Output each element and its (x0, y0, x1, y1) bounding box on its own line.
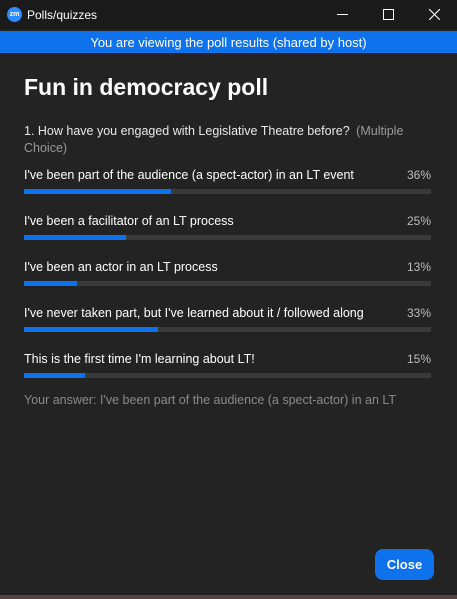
result-bar-track (24, 189, 431, 194)
shared-results-banner: You are viewing the poll results (shared… (0, 31, 457, 53)
result-bar-track (24, 235, 431, 240)
option-percent: 13% (406, 260, 431, 274)
maximize-button[interactable] (365, 0, 411, 29)
poll-option: I've been an actor in an LT process 13% (24, 259, 431, 286)
result-bar-track (24, 281, 431, 286)
result-bar-fill (24, 281, 77, 286)
question-text: 1. How have you engaged with Legislative… (24, 124, 350, 138)
your-answer-text: Your answer: I've been part of the audie… (24, 393, 397, 407)
poll-option: I've never taken part, but I've learned … (24, 305, 431, 332)
option-label: This is the first time I'm learning abou… (24, 352, 255, 366)
poll-title: Fun in democracy poll (24, 74, 269, 100)
close-icon (428, 9, 440, 20)
option-label: I've been an actor in an LT process (24, 260, 218, 274)
option-percent: 36% (406, 168, 431, 182)
option-label: I've been a facilitator of an LT process (24, 214, 234, 228)
poll-option: I've been a facilitator of an LT process… (24, 213, 431, 240)
result-bar-fill (24, 235, 126, 240)
close-button[interactable]: Close (375, 549, 434, 580)
poll-option: This is the first time I'm learning abou… (24, 351, 431, 378)
title-bar[interactable]: zm Polls/quizzes (0, 0, 457, 29)
maximize-icon (382, 9, 394, 20)
minimize-button[interactable] (319, 0, 365, 29)
poll-content: Fun in democracy poll 1. How have you en… (24, 53, 431, 407)
result-bar-track (24, 327, 431, 332)
close-window-button[interactable] (411, 0, 457, 29)
minimize-icon (336, 14, 348, 15)
result-bar-fill (24, 373, 86, 378)
poll-question: 1. How have you engaged with Legislative… (24, 123, 431, 157)
result-bar-track (24, 373, 431, 378)
zoom-app-icon: zm (7, 7, 22, 22)
option-percent: 33% (406, 306, 431, 320)
poll-option: I've been part of the audience (a spect-… (24, 167, 431, 194)
option-label: I've been part of the audience (a spect-… (24, 168, 354, 182)
result-bar-fill (24, 327, 159, 332)
option-percent: 15% (406, 352, 431, 366)
window-controls (319, 0, 457, 29)
option-percent: 25% (406, 214, 431, 228)
option-label: I've never taken part, but I've learned … (24, 306, 364, 320)
poll-results-window: zm Polls/quizzes You are viewing the pol (0, 0, 457, 599)
window-title: Polls/quizzes (27, 7, 98, 22)
result-bar-fill (24, 189, 171, 194)
background-strip (0, 595, 457, 599)
poll-options: I've been part of the audience (a spect-… (24, 167, 431, 378)
